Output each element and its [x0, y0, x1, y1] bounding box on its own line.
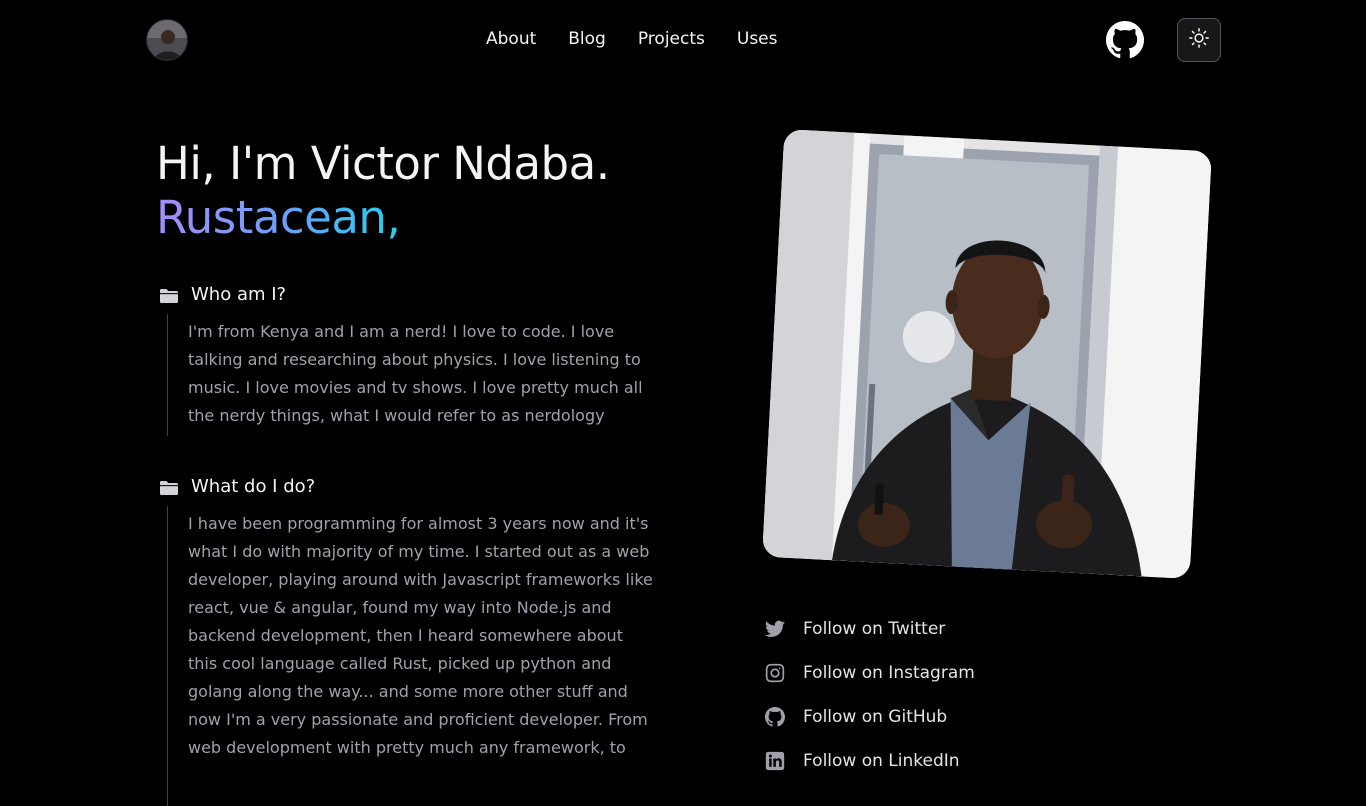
- section-what-do-i-do: What do I do? I have been programming fo…: [156, 474, 656, 806]
- section-header: What do I do?: [156, 474, 656, 500]
- social-links: Follow on Twitter Follow on Instagram Fo…: [765, 616, 975, 792]
- social-label: Follow on Instagram: [803, 663, 975, 683]
- site-header: About Blog Projects Uses: [0, 0, 1366, 80]
- social-label: Follow on Twitter: [803, 619, 946, 639]
- nav-about[interactable]: About: [486, 27, 536, 53]
- nav-projects[interactable]: Projects: [638, 27, 705, 53]
- github-icon: [765, 707, 785, 727]
- section-title: What do I do?: [191, 476, 316, 497]
- social-label: Follow on GitHub: [803, 707, 948, 727]
- section-text: I'm from Kenya and I am a nerd! I love t…: [188, 322, 643, 425]
- section-body: I have been programming for almost 3 yea…: [167, 506, 656, 806]
- hero-title: Hi, I'm Victor Ndaba.: [156, 137, 610, 190]
- social-linkedin-link[interactable]: Follow on LinkedIn: [765, 748, 975, 774]
- section-who-am-i: Who am I? I'm from Kenya and I am a nerd…: [156, 282, 656, 436]
- social-twitter-link[interactable]: Follow on Twitter: [765, 616, 975, 642]
- section-header: Who am I?: [156, 282, 656, 308]
- instagram-icon: [765, 663, 785, 683]
- folder-icon: [160, 480, 178, 495]
- main-nav: About Blog Projects Uses: [486, 27, 778, 53]
- twitter-icon: [765, 619, 785, 639]
- nav-blog[interactable]: Blog: [568, 27, 606, 53]
- social-label: Follow on LinkedIn: [803, 751, 960, 771]
- linkedin-icon: [765, 751, 785, 771]
- hero-role: Rustacean,: [156, 191, 401, 244]
- profile-photo: [762, 129, 1212, 579]
- section-text: I have been programming for almost 3 yea…: [188, 514, 653, 757]
- section-title: Who am I?: [191, 284, 287, 305]
- theme-toggle-button[interactable]: [1177, 18, 1221, 62]
- nav-uses[interactable]: Uses: [737, 27, 778, 53]
- sun-icon: [1188, 27, 1210, 53]
- social-instagram-link[interactable]: Follow on Instagram: [765, 660, 975, 686]
- folder-icon: [160, 288, 178, 303]
- github-icon[interactable]: [1106, 21, 1144, 59]
- social-github-link[interactable]: Follow on GitHub: [765, 704, 975, 730]
- section-body: I'm from Kenya and I am a nerd! I love t…: [167, 314, 656, 436]
- avatar[interactable]: [146, 19, 188, 61]
